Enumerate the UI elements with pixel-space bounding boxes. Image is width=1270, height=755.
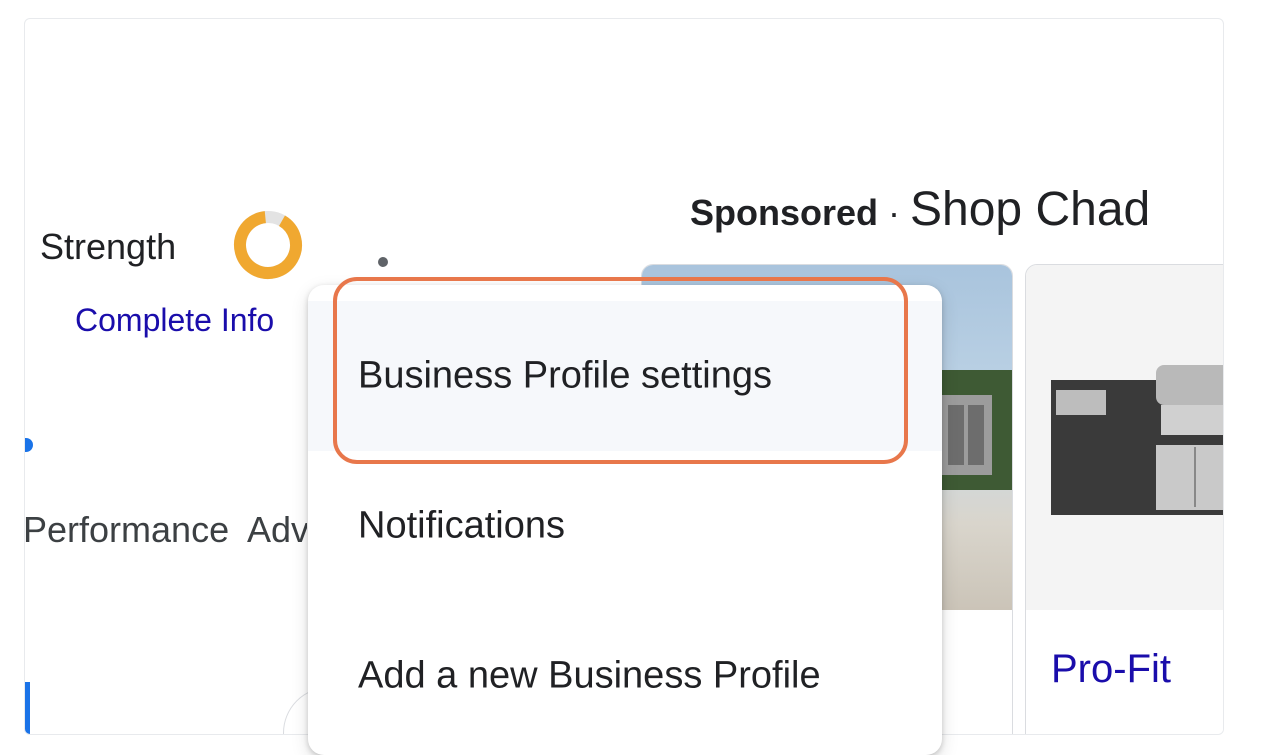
active-indicator-bar <box>25 682 30 734</box>
menu-item-label: Business Profile settings <box>358 354 772 397</box>
separator-dot: · <box>888 192 901 233</box>
complete-info-link[interactable]: Complete Info <box>75 302 274 339</box>
tab-advertise[interactable]: Advertise <box>247 509 307 551</box>
grill-island-image <box>1051 365 1223 515</box>
account-menu: Business Profile settings Notifications … <box>308 285 942 755</box>
tab-performance[interactable]: Performance <box>24 509 230 551</box>
product-title-link[interactable]: Pro-Fit <box>1051 647 1171 692</box>
menu-item-label: Add a new Business Profile <box>358 654 821 697</box>
tab-advertise-label: Advertise <box>247 509 307 550</box>
menu-item-label: Notifications <box>358 504 565 547</box>
more-options-icon[interactable] <box>378 257 388 267</box>
tab-performance-label: Performance <box>24 509 230 550</box>
shop-heading: Shop Chad <box>910 183 1151 236</box>
indicator-dot <box>25 438 33 452</box>
profile-strength-ring <box>234 211 302 279</box>
profile-strength-label: Strength <box>40 226 177 267</box>
sponsored-label: Sponsored <box>690 192 879 233</box>
sponsored-header: Sponsored · Shop Chad <box>690 182 1150 237</box>
menu-item-notifications[interactable]: Notifications <box>308 451 942 601</box>
product-image <box>1026 265 1223 610</box>
menu-item-add-business-profile[interactable]: Add a new Business Profile <box>308 601 942 751</box>
product-card[interactable]: Pro-Fit <box>1025 264 1223 734</box>
menu-item-business-profile-settings[interactable]: Business Profile settings <box>308 301 942 451</box>
